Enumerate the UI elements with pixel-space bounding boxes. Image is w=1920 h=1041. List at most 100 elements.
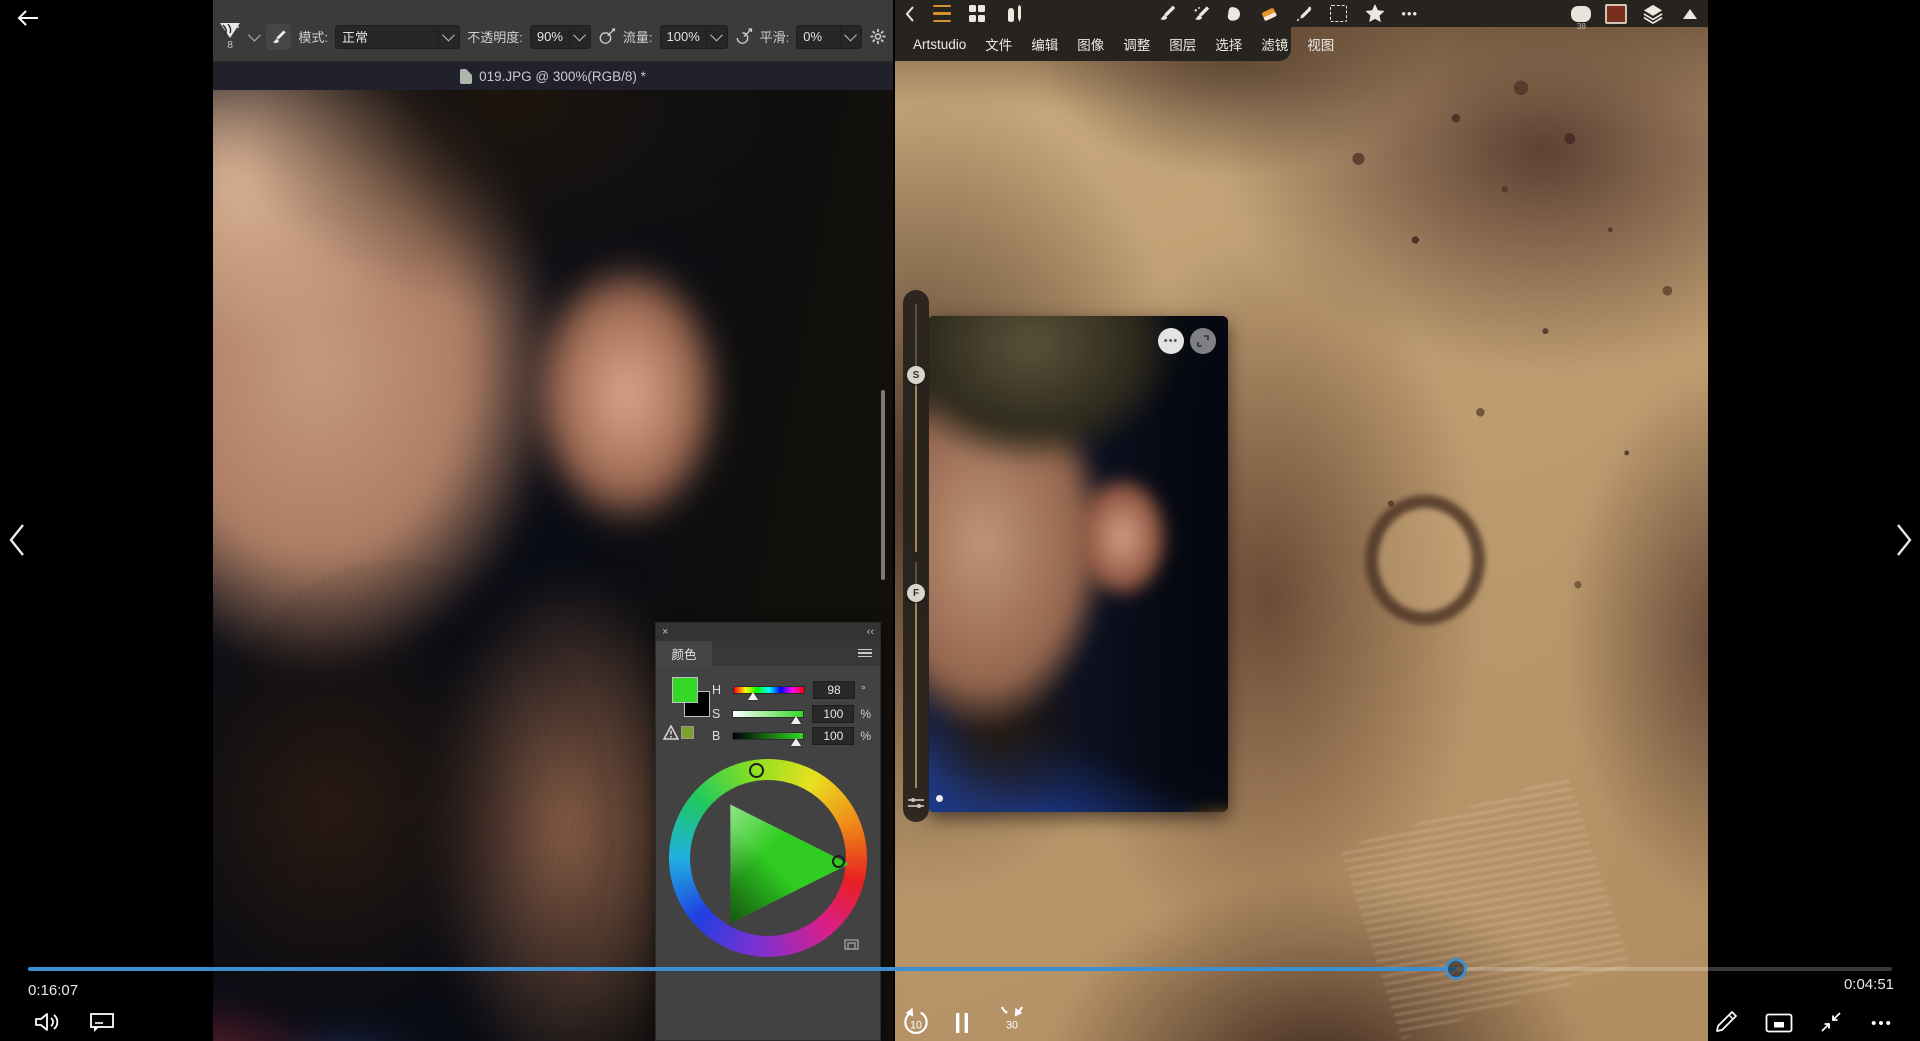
- opacity-chevron[interactable]: [569, 26, 584, 48]
- as-menu-bar: Artstudio 文件 编辑 图像 调整 图层 选择 滤镜 视图: [895, 27, 1291, 61]
- reference-image-panel[interactable]: •••: [928, 316, 1228, 812]
- flow-chevron[interactable]: [706, 26, 721, 48]
- triangle-selector[interactable]: [832, 855, 845, 868]
- rewind-10-button[interactable]: 10: [898, 1005, 934, 1039]
- menu-item-adjust[interactable]: 调整: [1123, 34, 1150, 54]
- panel-resize-icon[interactable]: [844, 939, 859, 950]
- smudge-icon: [1225, 5, 1243, 23]
- chevron-down-icon[interactable]: [248, 29, 260, 41]
- pip-icon: [1765, 1013, 1793, 1033]
- menu-item-image[interactable]: 图像: [1077, 34, 1104, 54]
- smoothing-field[interactable]: 0%: [796, 25, 862, 49]
- select-tool-button[interactable]: [1321, 0, 1357, 27]
- forward-30-button[interactable]: 30: [994, 1005, 1030, 1039]
- collapse-icon[interactable]: ‹‹: [867, 626, 874, 638]
- document-title: 019.JPG @ 300%(RGB/8) *: [479, 69, 646, 84]
- gallery-button[interactable]: [959, 0, 995, 27]
- shrink-button[interactable]: [1816, 1008, 1846, 1036]
- menu-item-artstudio[interactable]: Artstudio: [913, 37, 966, 52]
- foreground-color-swatch[interactable]: [672, 677, 698, 703]
- back-button[interactable]: [895, 0, 925, 27]
- menu-item-filter[interactable]: 滤镜: [1261, 34, 1288, 54]
- smoothing-label: 平滑:: [760, 27, 790, 46]
- pause-button[interactable]: [948, 1008, 976, 1038]
- mode-select[interactable]: 正常: [335, 25, 460, 49]
- brightness-slider-handle[interactable]: [791, 738, 801, 746]
- flow-label: 流量:: [623, 27, 653, 46]
- layers-button[interactable]: [1634, 0, 1672, 27]
- player-back-button[interactable]: [12, 4, 44, 32]
- tools-button[interactable]: [995, 0, 1035, 27]
- brush-preset-icon: [219, 22, 241, 39]
- menu-item-select[interactable]: 选择: [1215, 34, 1242, 54]
- smoothing-chevron[interactable]: [840, 26, 855, 48]
- slider-settings-icon[interactable]: [907, 795, 925, 811]
- pip-button[interactable]: [1762, 1010, 1796, 1036]
- airbrush-opacity-icon[interactable]: [598, 27, 616, 46]
- hue-slider[interactable]: [733, 686, 805, 694]
- saturation-value-input[interactable]: 100: [812, 705, 854, 723]
- more-tools-button[interactable]: •••: [1393, 0, 1427, 27]
- brightness-value-input[interactable]: 100: [812, 727, 854, 745]
- next-video-button[interactable]: [1890, 516, 1918, 564]
- size-slider-handle[interactable]: S: [907, 366, 925, 384]
- opacity-field[interactable]: 90%: [530, 25, 591, 49]
- saturation-slider-handle[interactable]: [791, 716, 801, 724]
- gear-icon[interactable]: [869, 27, 887, 46]
- size-slider[interactable]: [915, 304, 917, 552]
- flow-field[interactable]: 100%: [660, 25, 728, 49]
- pause-icon: [954, 1011, 970, 1035]
- reference-more-button[interactable]: •••: [1158, 328, 1184, 354]
- player-more-button[interactable]: •••: [1864, 1010, 1900, 1036]
- hue-ring-selector[interactable]: [749, 763, 764, 778]
- saturation-label: S: [712, 707, 720, 721]
- panel-menu-icon[interactable]: [858, 647, 872, 660]
- progress-handle[interactable]: [1445, 958, 1467, 980]
- hue-row: H 98 °: [712, 681, 866, 699]
- tab-color[interactable]: 颜色: [656, 641, 712, 666]
- annotate-button[interactable]: [1710, 1008, 1742, 1036]
- paint-tool-button[interactable]: [1149, 0, 1183, 27]
- tools-icon: [1005, 5, 1025, 23]
- menu-item-edit[interactable]: 编辑: [1031, 34, 1058, 54]
- color-wheel[interactable]: [669, 759, 867, 957]
- favorites-button[interactable]: [1357, 0, 1393, 27]
- menu-item-view[interactable]: 视图: [1307, 34, 1334, 54]
- smudge-tool-button[interactable]: [1217, 0, 1251, 27]
- reference-resize-button[interactable]: [1190, 328, 1216, 354]
- wet-paint-tool-button[interactable]: [1183, 0, 1217, 27]
- collapse-toolbar-button[interactable]: [1672, 0, 1708, 27]
- shrink-icon: [1819, 1010, 1843, 1034]
- saturation-slider[interactable]: [732, 710, 804, 718]
- color-swatch-button[interactable]: [1598, 0, 1634, 27]
- hue-value-input[interactable]: 98: [813, 681, 855, 699]
- volume-button[interactable]: [32, 1008, 64, 1036]
- gamut-warning-icon[interactable]: [663, 725, 679, 740]
- reference-drag-handle[interactable]: [936, 795, 943, 802]
- close-icon[interactable]: ×: [662, 626, 668, 638]
- eyedropper-tool-button[interactable]: [1287, 0, 1321, 27]
- menu-item-file[interactable]: 文件: [985, 34, 1012, 54]
- hue-label: H: [712, 683, 721, 697]
- brush-settings-button[interactable]: 38: [1564, 0, 1598, 27]
- as-painting-ear: [1365, 495, 1485, 625]
- previous-video-button[interactable]: [2, 516, 30, 564]
- subtitles-button[interactable]: [86, 1008, 118, 1036]
- brush-size-badge: 38: [1577, 21, 1586, 31]
- rewind-10-icon: 10: [901, 1007, 931, 1037]
- main-menu-button[interactable]: [925, 0, 959, 27]
- flow-slider-handle[interactable]: F: [907, 584, 925, 602]
- photoshop-window: 8 模式: 正常 不透明度: 90% 流: [213, 0, 893, 1041]
- brightness-slider[interactable]: [732, 732, 804, 740]
- ps-title-bar[interactable]: 019.JPG @ 300%(RGB/8) *: [213, 62, 893, 90]
- eraser-tool-button[interactable]: [1251, 0, 1287, 27]
- brush-tool-button[interactable]: [266, 24, 291, 50]
- gamut-color-swatch[interactable]: [681, 726, 694, 739]
- progress-bar[interactable]: [28, 967, 1892, 971]
- ps-canvas-scrollbar[interactable]: [881, 390, 885, 580]
- airbrush-flow-icon[interactable]: [735, 27, 753, 46]
- brush-preset-button[interactable]: 8: [217, 22, 243, 51]
- eraser-icon: [1259, 5, 1279, 23]
- menu-item-layer[interactable]: 图层: [1169, 34, 1196, 54]
- hue-slider-handle[interactable]: [748, 692, 758, 700]
